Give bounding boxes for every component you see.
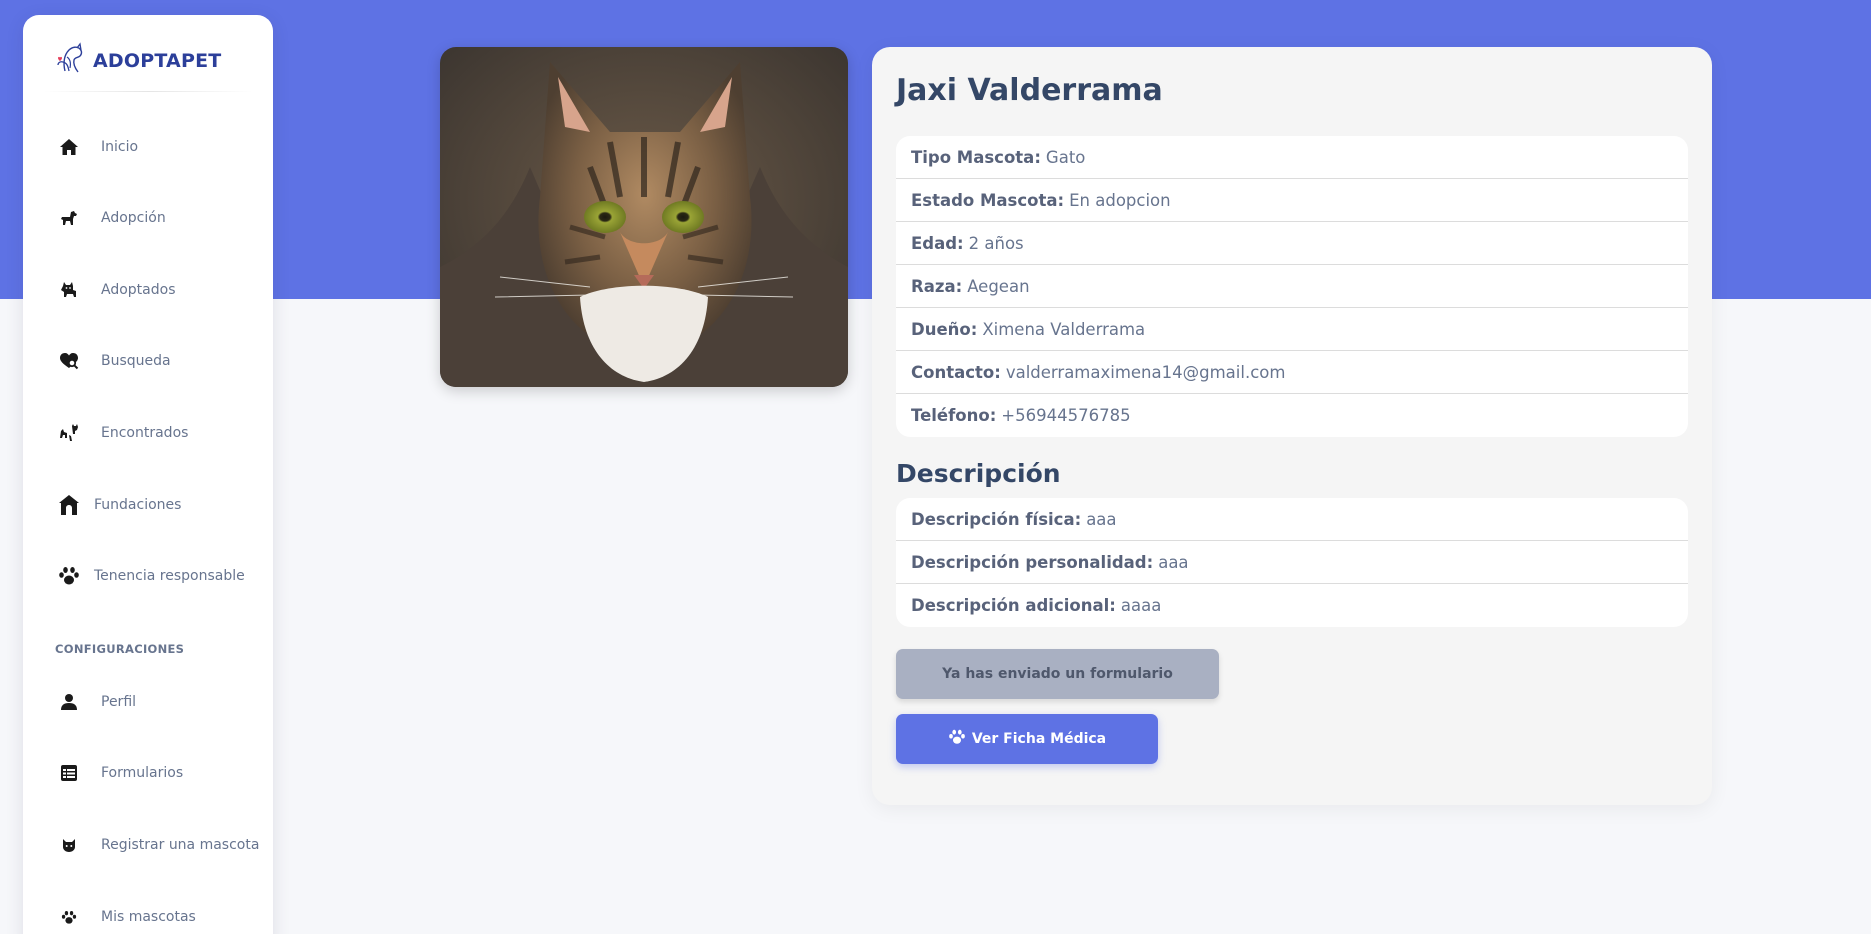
dog-icon — [57, 206, 81, 230]
list-item: Contacto: valderramaximena14@gmail.com — [896, 351, 1688, 394]
search-heart-icon — [57, 349, 81, 373]
description-title: Descripción — [896, 459, 1061, 488]
sidebar-item-encontrados[interactable]: Encontrados — [57, 413, 267, 453]
form-already-sent-label: Ya has enviado un formulario — [942, 666, 1173, 682]
sidebar-item-label: Mis mascotas — [101, 909, 196, 925]
description-key: Descripción física: — [911, 509, 1082, 529]
detail-value: Aegean — [967, 276, 1030, 296]
brand-name: ADOPTAPET — [93, 50, 222, 72]
sidebar-item-label: Adopción — [101, 210, 166, 226]
user-icon — [57, 690, 81, 714]
sidebar-item-formularios[interactable]: Formularios — [57, 753, 267, 793]
home-icon — [57, 135, 81, 159]
detail-value: Gato — [1045, 147, 1086, 167]
cat-face-icon — [57, 833, 81, 857]
sidebar-item-fundaciones[interactable]: Fundaciones — [57, 485, 267, 525]
description-value: aaa — [1158, 552, 1189, 572]
form-already-sent-button[interactable]: Ya has enviado un formulario — [896, 649, 1219, 699]
description-key: Descripción personalidad: — [911, 552, 1154, 572]
sidebar-item-tenencia-responsable[interactable]: Tenencia responsable — [57, 556, 267, 596]
pet-name: Jaxi Valderrama — [896, 73, 1163, 108]
sidebar-item-label: Formularios — [101, 765, 184, 781]
sidebar-item-adopcion[interactable]: Adopción — [57, 198, 267, 238]
sidebar-item-mis-mascotas[interactable]: Mis mascotas — [57, 897, 267, 934]
detail-key: Edad: — [911, 233, 964, 253]
sidebar-item-inicio[interactable]: Inicio — [57, 127, 267, 167]
sidebar-item-label: Encontrados — [101, 425, 189, 441]
description-value: aaaa — [1120, 596, 1162, 615]
detail-key: Teléfono: — [911, 406, 997, 425]
detail-key: Estado Mascota: — [911, 190, 1065, 210]
view-medical-record-label: Ver Ficha Médica — [971, 731, 1107, 747]
paw-icon — [57, 564, 81, 588]
pet-descriptions-list: Descripción física: aaa Descripción perso… — [896, 498, 1688, 627]
sidebar-item-label: Busqueda — [101, 353, 171, 369]
detail-key: Contacto: — [911, 362, 1001, 382]
sidebar-item-label: Registrar una mascota — [101, 837, 260, 853]
list-item: Raza: Aegean — [896, 265, 1688, 308]
sidebar-item-perfil[interactable]: Perfil — [57, 682, 267, 722]
list-item: Edad: 2 años — [896, 222, 1688, 265]
paw-icon — [57, 905, 81, 929]
sidebar-item-label: Tenencia responsable — [94, 568, 245, 584]
list-item: Descripción personalidad: aaa — [896, 541, 1688, 584]
brand-logo[interactable]: ADOPTAPET — [53, 35, 221, 87]
detail-value: valderramaximena14@gmail.com — [1005, 362, 1286, 382]
sidebar-item-busqueda[interactable]: Busqueda — [57, 341, 267, 381]
sidebar-item-label: Fundaciones — [94, 497, 182, 513]
shelter-house-icon — [57, 493, 81, 517]
settings-section-title: CONFIGURACIONES — [55, 642, 185, 656]
brand-divider — [43, 91, 253, 92]
detail-value: +56944576785 — [1001, 406, 1131, 425]
detail-value: 2 años — [968, 233, 1024, 253]
sidebar-item-label: Perfil — [101, 694, 137, 710]
sidebar-item-registrar-mascota[interactable]: Registrar una mascota — [57, 825, 267, 865]
list-item: Descripción física: aaa — [896, 498, 1688, 541]
view-medical-record-button[interactable]: Ver Ficha Médica — [896, 714, 1158, 764]
pet-photo — [440, 47, 848, 387]
sidebar-item-label: Adoptados — [101, 282, 176, 298]
description-key: Descripción adicional: — [911, 596, 1116, 615]
detail-value: Ximena Valderrama — [982, 319, 1146, 339]
sidebar-item-adoptados[interactable]: Adoptados — [57, 270, 267, 310]
list-item: Dueño: Ximena Valderrama — [896, 308, 1688, 351]
detail-key: Tipo Mascota: — [911, 147, 1041, 167]
dog-cat-logo-icon — [53, 41, 89, 81]
detail-key: Raza: — [911, 276, 963, 296]
table-icon — [57, 761, 81, 785]
pet-details-list: Tipo Mascota: Gato Estado Mascota: En adop… — [896, 136, 1688, 437]
description-value: aaa — [1086, 509, 1117, 529]
list-item: Estado Mascota: En adopcion — [896, 179, 1688, 222]
dog-cat-icon — [57, 421, 81, 445]
sidebar-item-label: Inicio — [101, 139, 139, 155]
list-item: Teléfono: +56944576785 — [896, 394, 1688, 437]
paw-icon — [948, 729, 966, 749]
list-item: Tipo Mascota: Gato — [896, 136, 1688, 179]
detail-key: Dueño: — [911, 319, 978, 339]
cat-icon — [57, 278, 81, 302]
pet-info-card: Jaxi Valderrama Tipo Mascota: Gato Estado… — [872, 47, 1712, 805]
list-item: Descripción adicional: aaaa — [896, 584, 1688, 627]
sidebar: ADOPTAPET Inicio Adopción Adoptados Busq… — [23, 15, 273, 934]
detail-value: En adopcion — [1069, 190, 1171, 210]
